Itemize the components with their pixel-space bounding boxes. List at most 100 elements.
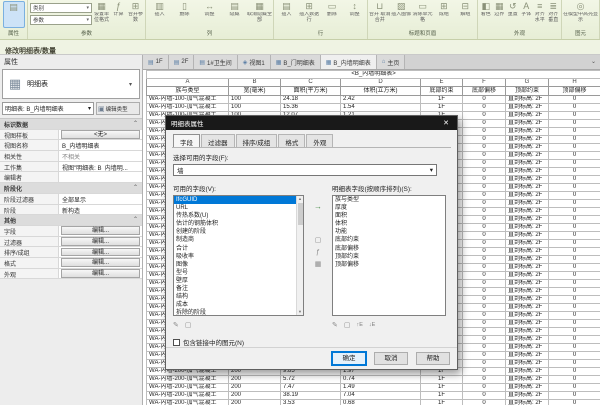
list-item[interactable]: 估计的钢筋体积	[174, 220, 303, 228]
table-cell[interactable]: 0	[549, 184, 600, 192]
move-down-icon[interactable]: ↓E	[369, 321, 375, 330]
view-selector-combo[interactable]: 明细表: B_内墙明细表 ▾	[2, 102, 94, 115]
dialog-button-帮助[interactable]: 帮助	[416, 352, 450, 365]
table-cell[interactable]: 0	[463, 120, 506, 128]
table-cell[interactable]: 直到标高: 2F	[506, 336, 549, 344]
table-cell[interactable]: 0	[463, 168, 506, 176]
table-cell[interactable]: 0	[549, 120, 600, 128]
dialog-tab-字段[interactable]: 字段	[173, 134, 200, 147]
ribbon-button[interactable]: ▤插入	[275, 1, 298, 28]
table-cell[interactable]: 0	[549, 312, 600, 320]
table-cell[interactable]: 直到标高: 2F	[506, 152, 549, 160]
table-cell[interactable]: 0	[463, 200, 506, 208]
table-cell[interactable]: WA-内墙-100-加气混凝土	[147, 96, 229, 104]
property-edit-button[interactable]: 编辑...	[61, 258, 140, 267]
list-item[interactable]: 族与类型	[333, 196, 445, 204]
column-letter[interactable]: D	[341, 79, 421, 87]
table-cell[interactable]: 0	[463, 264, 506, 272]
property-value[interactable]	[58, 172, 142, 182]
calculated-value-icon[interactable]: ƒ	[310, 247, 326, 259]
category-combo[interactable]: 墙 ▾	[173, 164, 437, 176]
ribbon-button[interactable]: ◎在模型中高亮显示	[563, 1, 598, 28]
table-cell[interactable]: 0	[549, 376, 600, 384]
table-cell[interactable]: 0	[463, 352, 506, 360]
table-cell[interactable]: 直到标高: 2F	[506, 224, 549, 232]
list-item[interactable]: 型号	[174, 269, 303, 277]
table-cell[interactable]: 0	[463, 384, 506, 392]
table-cell[interactable]: 2.42	[341, 96, 421, 104]
include-links-checkbox[interactable]	[173, 339, 180, 346]
table-cell[interactable]: 直到标高: 2F	[506, 360, 549, 368]
table-cell[interactable]: 200	[229, 400, 281, 405]
property-value[interactable]: 视图"明细表: B_内墙明...	[58, 162, 142, 172]
property-edit-button[interactable]: <无>	[61, 130, 140, 139]
table-cell[interactable]: 0	[549, 240, 600, 248]
table-cell[interactable]: 直到标高: 2F	[506, 272, 549, 280]
column-header[interactable]: 顶部约束	[506, 87, 549, 96]
column-letter[interactable]: A	[147, 79, 229, 87]
property-value[interactable]: 编辑...	[58, 247, 142, 257]
view-tab[interactable]: ▤1#卫生间	[194, 55, 237, 69]
table-cell[interactable]: WA-内墙-100-加气混凝土	[147, 104, 229, 112]
edit-type-button[interactable]: ▣ 编辑类型	[96, 102, 140, 115]
type-selector[interactable]: ▦ 明细表 ▾	[2, 69, 140, 99]
property-value[interactable]: 编辑...	[58, 226, 142, 236]
list-item[interactable]: URL	[174, 204, 303, 212]
table-cell[interactable]: 0	[463, 104, 506, 112]
table-cell[interactable]: 直到标高: 2F	[506, 96, 549, 104]
dialog-tab-排序/成组[interactable]: 排序/成组	[236, 134, 278, 147]
scheduled-fields-list[interactable]: 族与类型厚度面积体积功能底部约束底部偏移顶部约束顶部偏移	[332, 195, 446, 316]
property-section-header[interactable]: 其他⌃	[0, 215, 142, 226]
new-parameter-icon[interactable]: ▢	[310, 235, 326, 247]
table-cell[interactable]: 0	[463, 312, 506, 320]
table-cell[interactable]: 直到标高: 2F	[506, 216, 549, 224]
property-value[interactable]: 编辑...	[58, 258, 142, 268]
table-cell[interactable]: 0	[549, 152, 600, 160]
table-cell[interactable]: 直到标高: 2F	[506, 296, 549, 304]
list-item[interactable]: 图像	[174, 261, 303, 269]
chevron-down-icon[interactable]: ▾	[129, 81, 139, 88]
scroll-thumb[interactable]	[298, 203, 303, 225]
table-cell[interactable]: 0	[549, 400, 600, 405]
table-cell[interactable]: 1F	[421, 384, 463, 392]
column-header[interactable]: 底部约束	[421, 87, 463, 96]
table-cell[interactable]: 7.04	[341, 392, 421, 400]
table-cell[interactable]: 直到标高: 2F	[506, 128, 549, 136]
column-header[interactable]: 面积(平方米)	[281, 87, 341, 96]
ribbon-button[interactable]: ⊔合并 取消合并	[369, 1, 390, 28]
add-field-icon[interactable]: →	[310, 201, 326, 213]
table-cell[interactable]: 1F	[421, 400, 463, 405]
dialog-tab-格式[interactable]: 格式	[278, 134, 305, 147]
ribbon-button[interactable]: ⊟解组	[455, 1, 476, 28]
property-value[interactable]: 新构造	[58, 205, 142, 215]
table-cell[interactable]: 0	[463, 208, 506, 216]
ribbon-button[interactable]: ▭清除单元格	[412, 1, 433, 28]
table-cell[interactable]: 直到标高: 2F	[506, 120, 549, 128]
table-cell[interactable]: 1F	[421, 96, 463, 104]
table-cell[interactable]: 0	[549, 112, 600, 120]
table-cell[interactable]: 0	[463, 232, 506, 240]
ribbon-button[interactable]: ⊞插入数据行	[298, 1, 321, 28]
table-cell[interactable]: 直到标高: 2F	[506, 288, 549, 296]
property-edit-button[interactable]: 编辑...	[61, 226, 140, 235]
table-row[interactable]: WA-内墙-100-加气混凝土10015.361.541F0直到标高: 2F0	[147, 104, 600, 112]
table-cell[interactable]: 直到标高: 2F	[506, 304, 549, 312]
ribbon-button[interactable]: ↺重置	[506, 1, 520, 28]
ribbon-button[interactable]: ↔调整	[197, 1, 222, 28]
list-item[interactable]: 底部偏移	[333, 245, 445, 253]
list-item[interactable]: 传热系数(U)	[174, 212, 303, 220]
table-cell[interactable]: 0	[549, 136, 600, 144]
ribbon-button[interactable]: ≡对齐 水平	[533, 1, 547, 28]
table-cell[interactable]: 38.19	[281, 392, 341, 400]
view-tab[interactable]: ⌂主页	[377, 55, 406, 69]
table-cell[interactable]: 1F	[421, 104, 463, 112]
view-tab[interactable]: ▦B_门明细表	[271, 55, 321, 69]
table-cell[interactable]: 0	[463, 224, 506, 232]
table-cell[interactable]: 直到标高: 2F	[506, 208, 549, 216]
ribbon-button[interactable]: ⊞合并参数	[127, 1, 144, 28]
table-cell[interactable]: 直到标高: 2F	[506, 160, 549, 168]
table-cell[interactable]: 0	[463, 216, 506, 224]
column-letter[interactable]: G	[506, 79, 549, 87]
table-cell[interactable]: 0	[463, 272, 506, 280]
table-cell[interactable]: 0	[463, 128, 506, 136]
